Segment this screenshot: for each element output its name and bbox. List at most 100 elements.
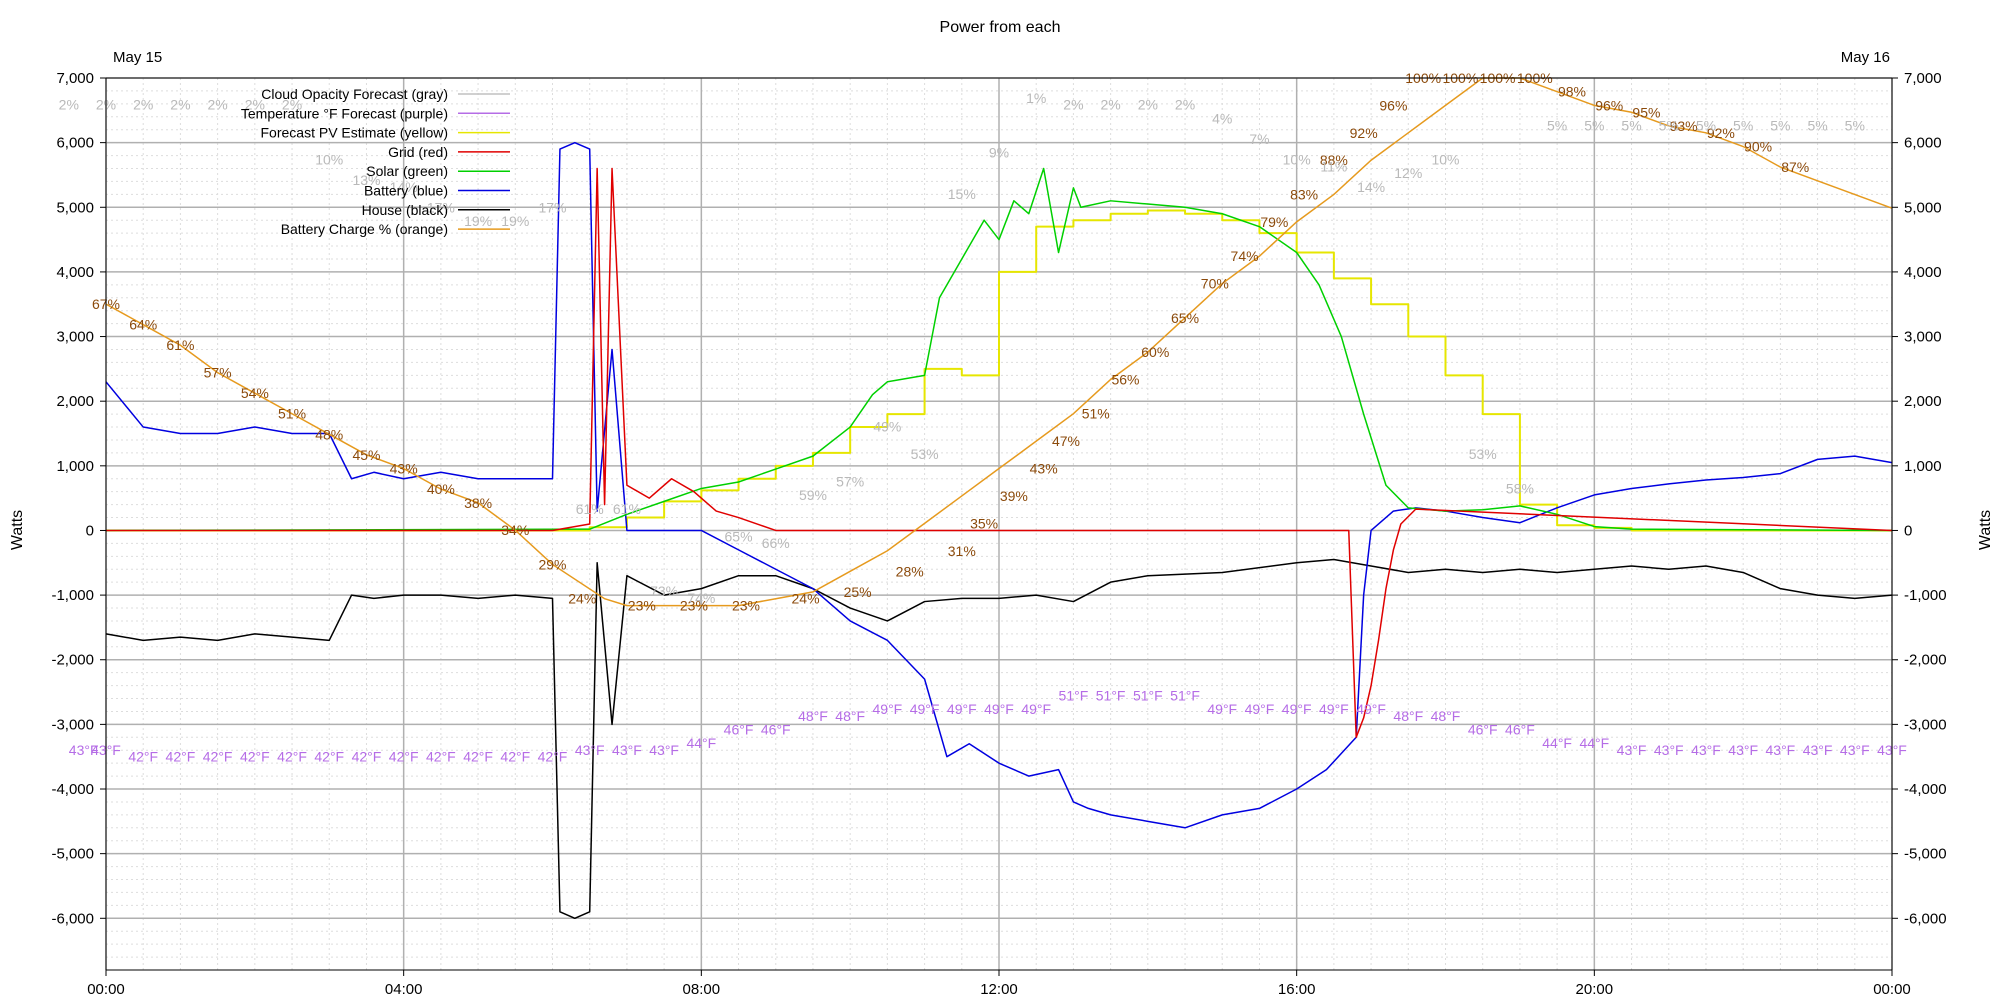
cloud-opacity-label: 2% — [208, 97, 228, 113]
battery-charge-label: 47% — [1052, 433, 1080, 449]
battery-charge-label: 96% — [1379, 97, 1407, 113]
temperature-label: 49°F — [910, 701, 940, 717]
cloud-opacity-label: 9% — [989, 145, 1009, 161]
battery-charge-label: 29% — [538, 556, 566, 572]
cloud-opacity-label: 2% — [1175, 97, 1195, 113]
temperature-label: 43°F — [1766, 742, 1796, 758]
y-tick-label: 2,000 — [56, 393, 94, 410]
temperature-label: 48°F — [1393, 708, 1423, 724]
cloud-opacity-label: 2% — [59, 97, 79, 113]
y-tick-label: -5,000 — [51, 846, 94, 863]
battery-charge-label: 92% — [1350, 125, 1378, 141]
cloud-opacity-label: 66% — [762, 535, 790, 551]
cloud-opacity-label: 49% — [873, 419, 901, 435]
battery-charge-label: 90% — [1744, 139, 1772, 155]
legend-label: House (black) — [362, 202, 448, 218]
temperature-label: 42°F — [166, 749, 196, 765]
temperature-label: 43°F — [1617, 742, 1647, 758]
temperature-label: 49°F — [947, 701, 977, 717]
battery-charge-label: 74% — [1231, 248, 1259, 264]
y-tick-label: 1,000 — [56, 458, 94, 475]
cloud-opacity-label: 2% — [1138, 97, 1158, 113]
y-tick-label: -2,000 — [51, 652, 94, 669]
cloud-opacity-label: 74% — [687, 590, 715, 606]
cloud-opacity-label: 10% — [1283, 152, 1311, 168]
y-tick-label: 7,000 — [56, 70, 94, 87]
battery-charge-label: 57% — [204, 365, 232, 381]
temperature-label: 46°F — [724, 721, 754, 737]
temperature-label: 42°F — [314, 749, 344, 765]
legend-label: Battery Charge % (orange) — [281, 221, 448, 237]
y2-tick-label: 5,000 — [1904, 199, 1942, 216]
temperature-label: 46°F — [761, 721, 791, 737]
temperature-label: 42°F — [538, 749, 568, 765]
battery-charge-label: 34% — [501, 522, 529, 538]
temperature-label: 42°F — [352, 749, 382, 765]
battery-charge-label: 38% — [464, 495, 492, 511]
x-tick-label: 16:00 — [1278, 981, 1316, 998]
y-tick-label: -4,000 — [51, 781, 94, 798]
cloud-opacity-label: 5% — [1547, 117, 1567, 133]
y2-tick-label: -3,000 — [1904, 716, 1947, 733]
temperature-label: 43°F — [649, 742, 679, 758]
battery-charge-label: 28% — [896, 563, 924, 579]
temperature-label: 49°F — [1319, 701, 1349, 717]
y-tick-label: -3,000 — [51, 716, 94, 733]
y2-tick-label: 3,000 — [1904, 329, 1942, 346]
y2-tick-label: -6,000 — [1904, 910, 1947, 927]
battery-charge-label: 65% — [1171, 310, 1199, 326]
temperature-label: 43°F — [575, 742, 605, 758]
y2-tick-label: 4,000 — [1904, 264, 1942, 281]
cloud-opacity-label: 15% — [948, 186, 976, 202]
battery-charge-label: 60% — [1141, 344, 1169, 360]
battery-charge-label: 39% — [1000, 488, 1028, 504]
y-tick-label: 4,000 — [56, 264, 94, 281]
temperature-label: 43°F — [1840, 742, 1870, 758]
cloud-opacity-label: 19% — [464, 213, 492, 229]
temperature-label: 42°F — [463, 749, 493, 765]
cloud-opacity-label: 5% — [1621, 117, 1641, 133]
battery-charge-label: 87% — [1781, 159, 1809, 175]
cloud-opacity-label: 2% — [133, 97, 153, 113]
cloud-opacity-label: 5% — [1845, 117, 1865, 133]
cloud-opacity-label: 5% — [1770, 117, 1790, 133]
temperature-label: 48°F — [835, 708, 865, 724]
temperature-label: 42°F — [128, 749, 158, 765]
temperature-label: 44°F — [1542, 735, 1572, 751]
cloud-opacity-label: 5% — [1584, 117, 1604, 133]
battery-charge-label: 31% — [948, 543, 976, 559]
battery-charge-label: 61% — [166, 337, 194, 353]
cloud-opacity-label: 17% — [538, 199, 566, 215]
temperature-label: 42°F — [500, 749, 530, 765]
cloud-opacity-label: 10% — [315, 152, 343, 168]
y-tick-label: 5,000 — [56, 199, 94, 216]
battery-charge-label: 23% — [628, 598, 656, 614]
battery-charge-label: 40% — [427, 481, 455, 497]
battery-charge-label: 54% — [241, 385, 269, 401]
temperature-label: 49°F — [1356, 701, 1386, 717]
y-axis-label-right: Watts — [1977, 510, 1994, 550]
temperature-label: 49°F — [984, 701, 1014, 717]
cloud-opacity-label: 61% — [613, 501, 641, 517]
date-label-start: May 15 — [113, 49, 162, 66]
temperature-label: 43°F — [612, 742, 642, 758]
cloud-opacity-label: 5% — [1696, 117, 1716, 133]
temperature-label: 43°F — [1803, 742, 1833, 758]
battery-charge-label: 83% — [1290, 186, 1318, 202]
battery-charge-label: 64% — [129, 317, 157, 333]
cloud-opacity-label: 4% — [1212, 110, 1232, 126]
temperature-label: 49°F — [1021, 701, 1051, 717]
cloud-opacity-label: 57% — [836, 474, 864, 490]
temperature-label: 42°F — [426, 749, 456, 765]
temperature-label: 48°F — [798, 708, 828, 724]
legend-label: Solar (green) — [366, 163, 448, 179]
chart-title: Power from each — [940, 19, 1061, 36]
battery-charge-label: 45% — [352, 447, 380, 463]
battery-charge-label: 25% — [844, 584, 872, 600]
cloud-opacity-label: 14% — [1357, 179, 1385, 195]
cloud-opacity-label: 53% — [911, 446, 939, 462]
x-tick-label: 20:00 — [1576, 981, 1614, 998]
y2-tick-label: 2,000 — [1904, 393, 1942, 410]
temperature-label: 44°F — [686, 735, 716, 751]
legend-label: Temperature °F Forecast (purple) — [241, 105, 448, 121]
